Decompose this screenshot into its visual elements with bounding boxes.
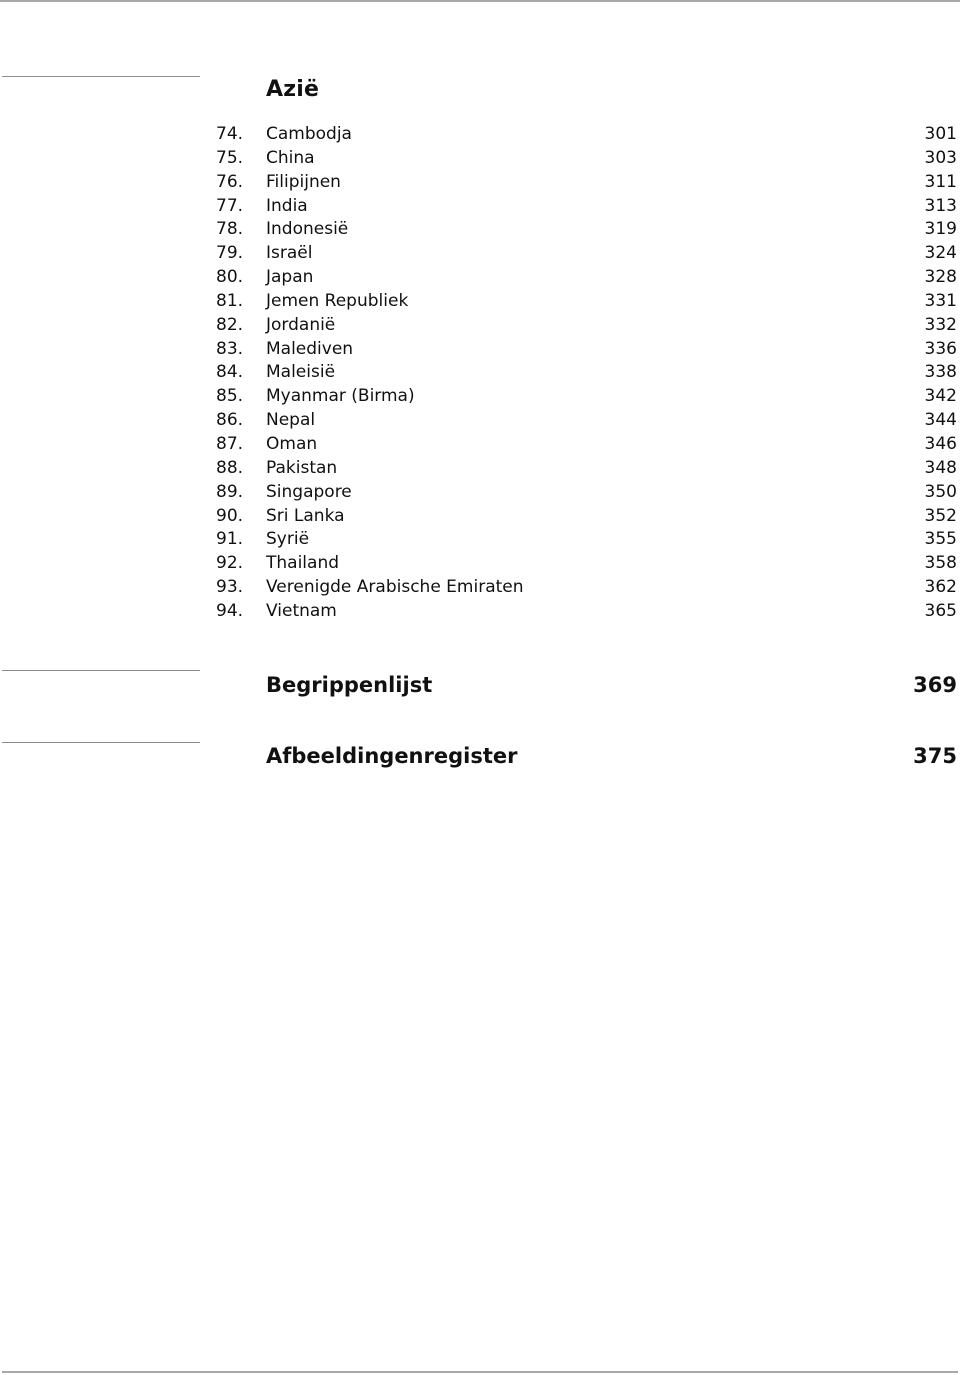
- entry-number: 89.: [216, 481, 244, 502]
- entry-title: Jordanië: [266, 314, 336, 335]
- entry-title: Sri Lanka: [266, 505, 345, 526]
- toc-entry[interactable]: 86. Nepal 344: [0, 409, 960, 433]
- entry-title: China: [266, 147, 315, 168]
- entry-page: 336: [924, 338, 957, 359]
- appendix-entry[interactable]: Afbeeldingenregister 375: [0, 741, 960, 771]
- entry-page: 365: [924, 600, 957, 621]
- entry-page: 348: [924, 457, 957, 478]
- toc-entry[interactable]: 91. Syrië 355: [0, 528, 960, 552]
- appendix-entry[interactable]: Begrippenlijst 369: [0, 670, 960, 700]
- entry-title: Malediven: [266, 338, 354, 359]
- toc-entry[interactable]: 93. Verenigde Arabische Emiraten 362: [0, 576, 960, 600]
- toc-entry[interactable]: 80. Japan 328: [0, 266, 960, 290]
- entry-title: Verenigde Arabische Emiraten: [266, 577, 524, 598]
- toc-list: 74. Cambodja 301 75. China 303 76. Filip…: [0, 123, 960, 624]
- entry-title: Filipijnen: [266, 171, 341, 192]
- entry-number: 79.: [216, 243, 244, 264]
- entry-number: 88.: [216, 457, 244, 478]
- toc-entry[interactable]: 82. Jordanië 332: [0, 314, 960, 338]
- entry-number: 91.: [216, 529, 244, 550]
- entry-page: 324: [924, 243, 957, 264]
- entry-number: 80.: [216, 267, 244, 288]
- entry-title: Cambodja: [266, 124, 352, 144]
- toc-entry[interactable]: 75. China 303: [0, 147, 960, 171]
- entry-page: 338: [924, 362, 957, 383]
- entry-number: 84.: [216, 362, 244, 383]
- entry-page: 331: [924, 290, 957, 311]
- entry-title: Oman: [266, 433, 318, 454]
- entry-number: 94.: [216, 600, 244, 621]
- entry-page: 344: [924, 410, 957, 431]
- entry-title: Jemen Republiek: [266, 290, 409, 311]
- entry-page: 313: [924, 195, 957, 216]
- toc-entry[interactable]: 74. Cambodja 301: [0, 123, 960, 147]
- entry-page: 346: [924, 433, 957, 454]
- entry-page: 342: [924, 386, 957, 407]
- entry-title: Pakistan: [266, 457, 338, 478]
- entry-title: Singapore: [266, 481, 352, 502]
- toc-entry[interactable]: 87. Oman 346: [0, 433, 960, 457]
- page-border-bottom: [2, 1371, 958, 1373]
- section-divider: [2, 76, 200, 77]
- entry-page: 328: [924, 267, 957, 288]
- entry-page: 355: [924, 529, 957, 550]
- entry-page: 332: [924, 314, 957, 335]
- toc-entry[interactable]: 85. Myanmar (Birma) 342: [0, 385, 960, 409]
- entry-page: 352: [924, 505, 957, 526]
- entry-number: 76.: [216, 171, 244, 192]
- toc-entry[interactable]: 78. Indonesië 319: [0, 218, 960, 242]
- toc-entry[interactable]: 88. Pakistan 348: [0, 457, 960, 481]
- entry-title: Israël: [266, 243, 313, 264]
- toc-entry[interactable]: 94. Vietnam 365: [0, 600, 960, 624]
- entry-number: 93.: [216, 577, 244, 598]
- entry-number: 81.: [216, 290, 244, 311]
- entry-number: 90.: [216, 505, 244, 526]
- entry-title: Myanmar (Birma): [266, 386, 415, 407]
- entry-number: 92.: [216, 553, 244, 574]
- appendix-title: Afbeeldingenregister: [266, 744, 518, 768]
- page-border-top: [0, 0, 960, 2]
- entry-title: Nepal: [266, 410, 316, 431]
- toc-entry[interactable]: 77. India 313: [0, 195, 960, 219]
- entry-page: 303: [924, 147, 957, 168]
- appendix-page: 369: [913, 673, 957, 697]
- toc-entry[interactable]: 83. Malediven 336: [0, 338, 960, 362]
- entry-title: Japan: [266, 267, 314, 288]
- entry-page: 362: [924, 577, 957, 598]
- entry-number: 85.: [216, 386, 244, 407]
- entry-title: Thailand: [266, 553, 340, 574]
- toc-entry[interactable]: 90. Sri Lanka 352: [0, 505, 960, 529]
- entry-page: 319: [924, 219, 957, 240]
- toc-entry[interactable]: 81. Jemen Republiek 331: [0, 290, 960, 314]
- entry-number: 77.: [216, 195, 244, 216]
- entry-title: Indonesië: [266, 219, 349, 240]
- entry-page: 358: [924, 553, 957, 574]
- section-title: Azië: [266, 77, 320, 102]
- toc-entry[interactable]: 79. Israël 324: [0, 242, 960, 266]
- toc-entry[interactable]: 76. Filipijnen 311: [0, 171, 960, 195]
- entry-title: India: [266, 195, 308, 216]
- entry-number: 78.: [216, 219, 244, 240]
- entry-page: 350: [924, 481, 957, 502]
- entry-number: 74.: [216, 124, 244, 144]
- entry-number: 83.: [216, 338, 244, 359]
- entry-number: 75.: [216, 147, 244, 168]
- entry-number: 82.: [216, 314, 244, 335]
- entry-title: Syrië: [266, 529, 310, 550]
- toc-entry[interactable]: 84. Maleisië 338: [0, 361, 960, 385]
- entry-page: 301: [924, 124, 957, 144]
- toc-entry[interactable]: 92. Thailand 358: [0, 552, 960, 576]
- entry-title: Vietnam: [266, 600, 337, 621]
- toc-entry[interactable]: 89. Singapore 350: [0, 481, 960, 505]
- appendix-page: 375: [913, 744, 957, 768]
- entry-number: 87.: [216, 433, 244, 454]
- appendix-title: Begrippenlijst: [266, 673, 433, 697]
- entry-title: Maleisië: [266, 362, 336, 383]
- entry-page: 311: [924, 171, 957, 192]
- entry-number: 86.: [216, 410, 244, 431]
